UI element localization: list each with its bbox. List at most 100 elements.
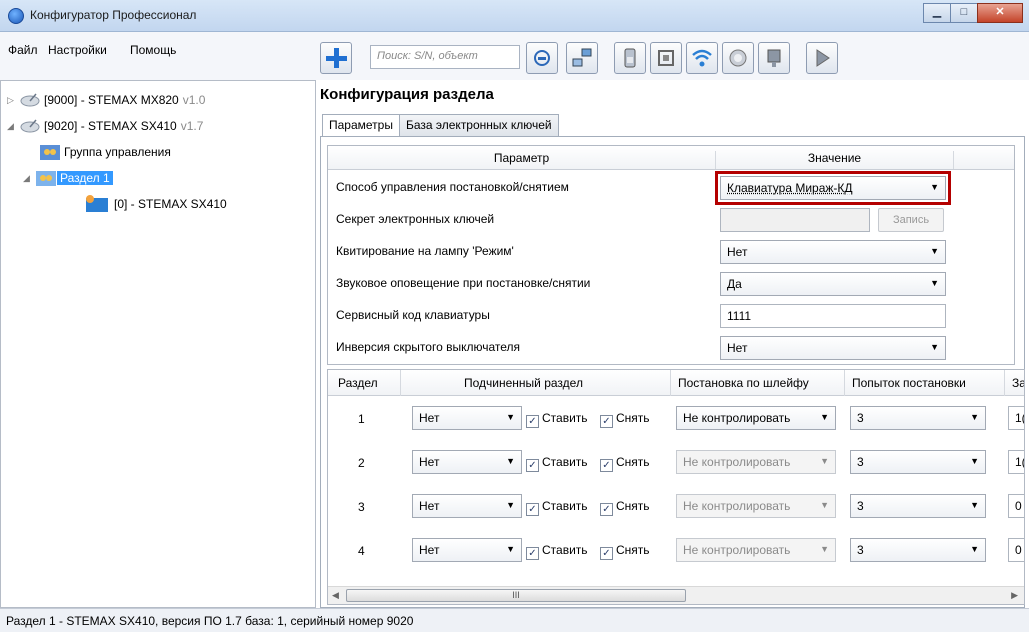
column-header-section: Раздел — [338, 376, 378, 390]
group-icon — [40, 145, 60, 160]
row-section-number: 3 — [358, 500, 365, 514]
scroll-left-icon[interactable]: ◀ — [332, 590, 339, 601]
sections-grid: Раздел Подчиненный раздел Постановка по … — [327, 369, 1025, 605]
loop-arming-select[interactable]: Не контролировать ▼ — [676, 538, 836, 562]
set-checkbox[interactable]: ✓ Ставить — [526, 499, 588, 516]
chevron-down-icon: ▼ — [970, 544, 979, 554]
chevron-down-icon: ▼ — [970, 500, 979, 510]
loop-arming-select[interactable]: Не контролировать ▼ — [676, 406, 836, 430]
wifi-icon — [692, 49, 712, 67]
tab-bar: Параметры База электронных ключей — [322, 114, 559, 137]
loop-arming-select[interactable]: Не контролировать ▼ — [676, 494, 836, 518]
check-icon: ✓ — [600, 547, 613, 560]
select-value: Не контролировать — [683, 455, 791, 469]
page-title: Конфигурация раздела — [320, 86, 494, 103]
set-label: Ставить — [542, 411, 588, 425]
unset-checkbox[interactable]: ✓ Снять — [600, 499, 650, 516]
select-value: Нет — [419, 499, 440, 513]
select-value: Нет — [419, 543, 440, 557]
collapse-icon[interactable]: ◢ — [23, 173, 35, 184]
attempts-select[interactable]: 3 ▼ — [850, 450, 986, 474]
tree-item-section-1[interactable]: ◢ Раздел 1 — [23, 167, 113, 189]
unset-checkbox[interactable]: ✓ Снять — [600, 411, 650, 428]
ethernet-button[interactable] — [650, 42, 682, 74]
search-input[interactable]: Поиск: S/N, объект — [370, 45, 520, 69]
mode-lamp-select[interactable]: Нет ▼ — [720, 240, 946, 264]
scrollbar-thumb[interactable]: III — [346, 589, 686, 602]
next-input[interactable]: 0 — [1008, 538, 1024, 562]
device-button[interactable] — [614, 42, 646, 74]
unset-checkbox[interactable]: ✓ Снять — [600, 543, 650, 560]
tree-item-sx410[interactable]: ◢ [9020] - STEMAX SX410 v1.7 — [7, 115, 203, 137]
add-button[interactable] — [320, 42, 352, 74]
hidden-switch-inversion-select[interactable]: Нет ▼ — [720, 336, 946, 360]
menu-settings[interactable]: Настройки — [48, 43, 107, 57]
chevron-down-icon: ▼ — [820, 544, 829, 554]
menu-bar: Файл Настройки Помощь — [0, 32, 316, 80]
select-value: Нет — [419, 411, 440, 425]
subordinate-select[interactable]: Нет ▼ — [412, 494, 522, 518]
control-method-select[interactable]: Клавиатура Мираж-КД ▼ — [715, 171, 951, 205]
subordinate-select[interactable]: Нет ▼ — [412, 406, 522, 430]
tree-item-device-0[interactable]: [0] - STEMAX SX410 — [85, 193, 227, 215]
write-button[interactable]: Запись — [878, 208, 944, 232]
tree-item-label: Раздел 1 — [57, 171, 113, 185]
key-secret-input[interactable] — [720, 208, 870, 232]
tree-item-label: Группа управления — [64, 145, 171, 159]
close-button[interactable]: ✕ — [977, 3, 1023, 23]
check-icon: ✓ — [526, 415, 539, 428]
attempts-select[interactable]: 3 ▼ — [850, 538, 986, 562]
next-input[interactable]: 1( — [1008, 406, 1024, 430]
check-icon: ✓ — [600, 459, 613, 472]
window-controls: ▁ □ ✕ — [923, 3, 1023, 23]
set-checkbox[interactable]: ✓ Ставить — [526, 411, 588, 428]
expand-icon[interactable]: ▷ — [7, 95, 19, 106]
tree-item-label: [9000] - STEMAX MX820 — [44, 93, 179, 107]
maximize-button[interactable]: □ — [950, 3, 978, 23]
column-header-parameter: Параметр — [328, 151, 716, 169]
tab-parameters[interactable]: Параметры — [322, 114, 400, 137]
select-value: Клавиатура Мираж-КД — [727, 181, 853, 195]
row-section-number: 1 — [358, 412, 365, 426]
set-label: Ставить — [542, 455, 588, 469]
find-button[interactable] — [526, 42, 558, 74]
unset-label: Снять — [616, 455, 650, 469]
chevron-down-icon: ▼ — [930, 278, 939, 288]
grid-header: Раздел Подчиненный раздел Постановка по … — [328, 370, 1024, 396]
section-icon — [36, 171, 56, 186]
next-input[interactable]: 1( — [1008, 450, 1024, 474]
unset-checkbox[interactable]: ✓ Снять — [600, 455, 650, 472]
tree-item-mx820[interactable]: ▷ [9000] - STEMAX MX820 v1.0 — [7, 89, 205, 111]
subordinate-select[interactable]: Нет ▼ — [412, 538, 522, 562]
run-button[interactable] — [806, 42, 838, 74]
attempts-select[interactable]: 3 ▼ — [850, 406, 986, 430]
collapse-icon[interactable]: ◢ — [7, 121, 19, 132]
next-input[interactable]: 0 — [1008, 494, 1024, 518]
play-icon — [816, 49, 830, 67]
parameters-header: Параметр Значение — [328, 146, 1014, 170]
subordinate-select[interactable]: Нет ▼ — [412, 450, 522, 474]
tab-key-database[interactable]: База электронных ключей — [398, 114, 559, 136]
globe-button[interactable] — [722, 42, 754, 74]
plus-icon — [326, 48, 347, 68]
title-bar: Конфигуратор Профессионал ▁ □ ✕ — [0, 0, 1029, 32]
attempts-select[interactable]: 3 ▼ — [850, 494, 986, 518]
param-label: Секрет электронных ключей — [336, 212, 495, 226]
loop-arming-select[interactable]: Не контролировать ▼ — [676, 450, 836, 474]
sound-alert-select[interactable]: Да ▼ — [720, 272, 946, 296]
set-checkbox[interactable]: ✓ Ставить — [526, 543, 588, 560]
horizontal-scrollbar[interactable]: ◀ III ▶ — [328, 586, 1024, 604]
wifi-button[interactable] — [686, 42, 718, 74]
chevron-down-icon: ▼ — [506, 412, 515, 422]
menu-file[interactable]: Файл — [8, 43, 38, 57]
scroll-right-icon[interactable]: ▶ — [1011, 590, 1018, 601]
connect-button[interactable] — [566, 42, 598, 74]
tree-item-control-group[interactable]: Группа управления — [39, 141, 171, 163]
device-tree: ▷ [9000] - STEMAX MX820 v1.0 ◢ [9020] - … — [0, 80, 316, 608]
minimize-button[interactable]: ▁ — [923, 3, 951, 23]
set-checkbox[interactable]: ✓ Ставить — [526, 455, 588, 472]
menu-help[interactable]: Помощь — [130, 43, 176, 57]
keypad-button[interactable] — [758, 42, 790, 74]
service-code-input[interactable]: 1111 — [720, 304, 946, 328]
unset-label: Снять — [616, 411, 650, 425]
